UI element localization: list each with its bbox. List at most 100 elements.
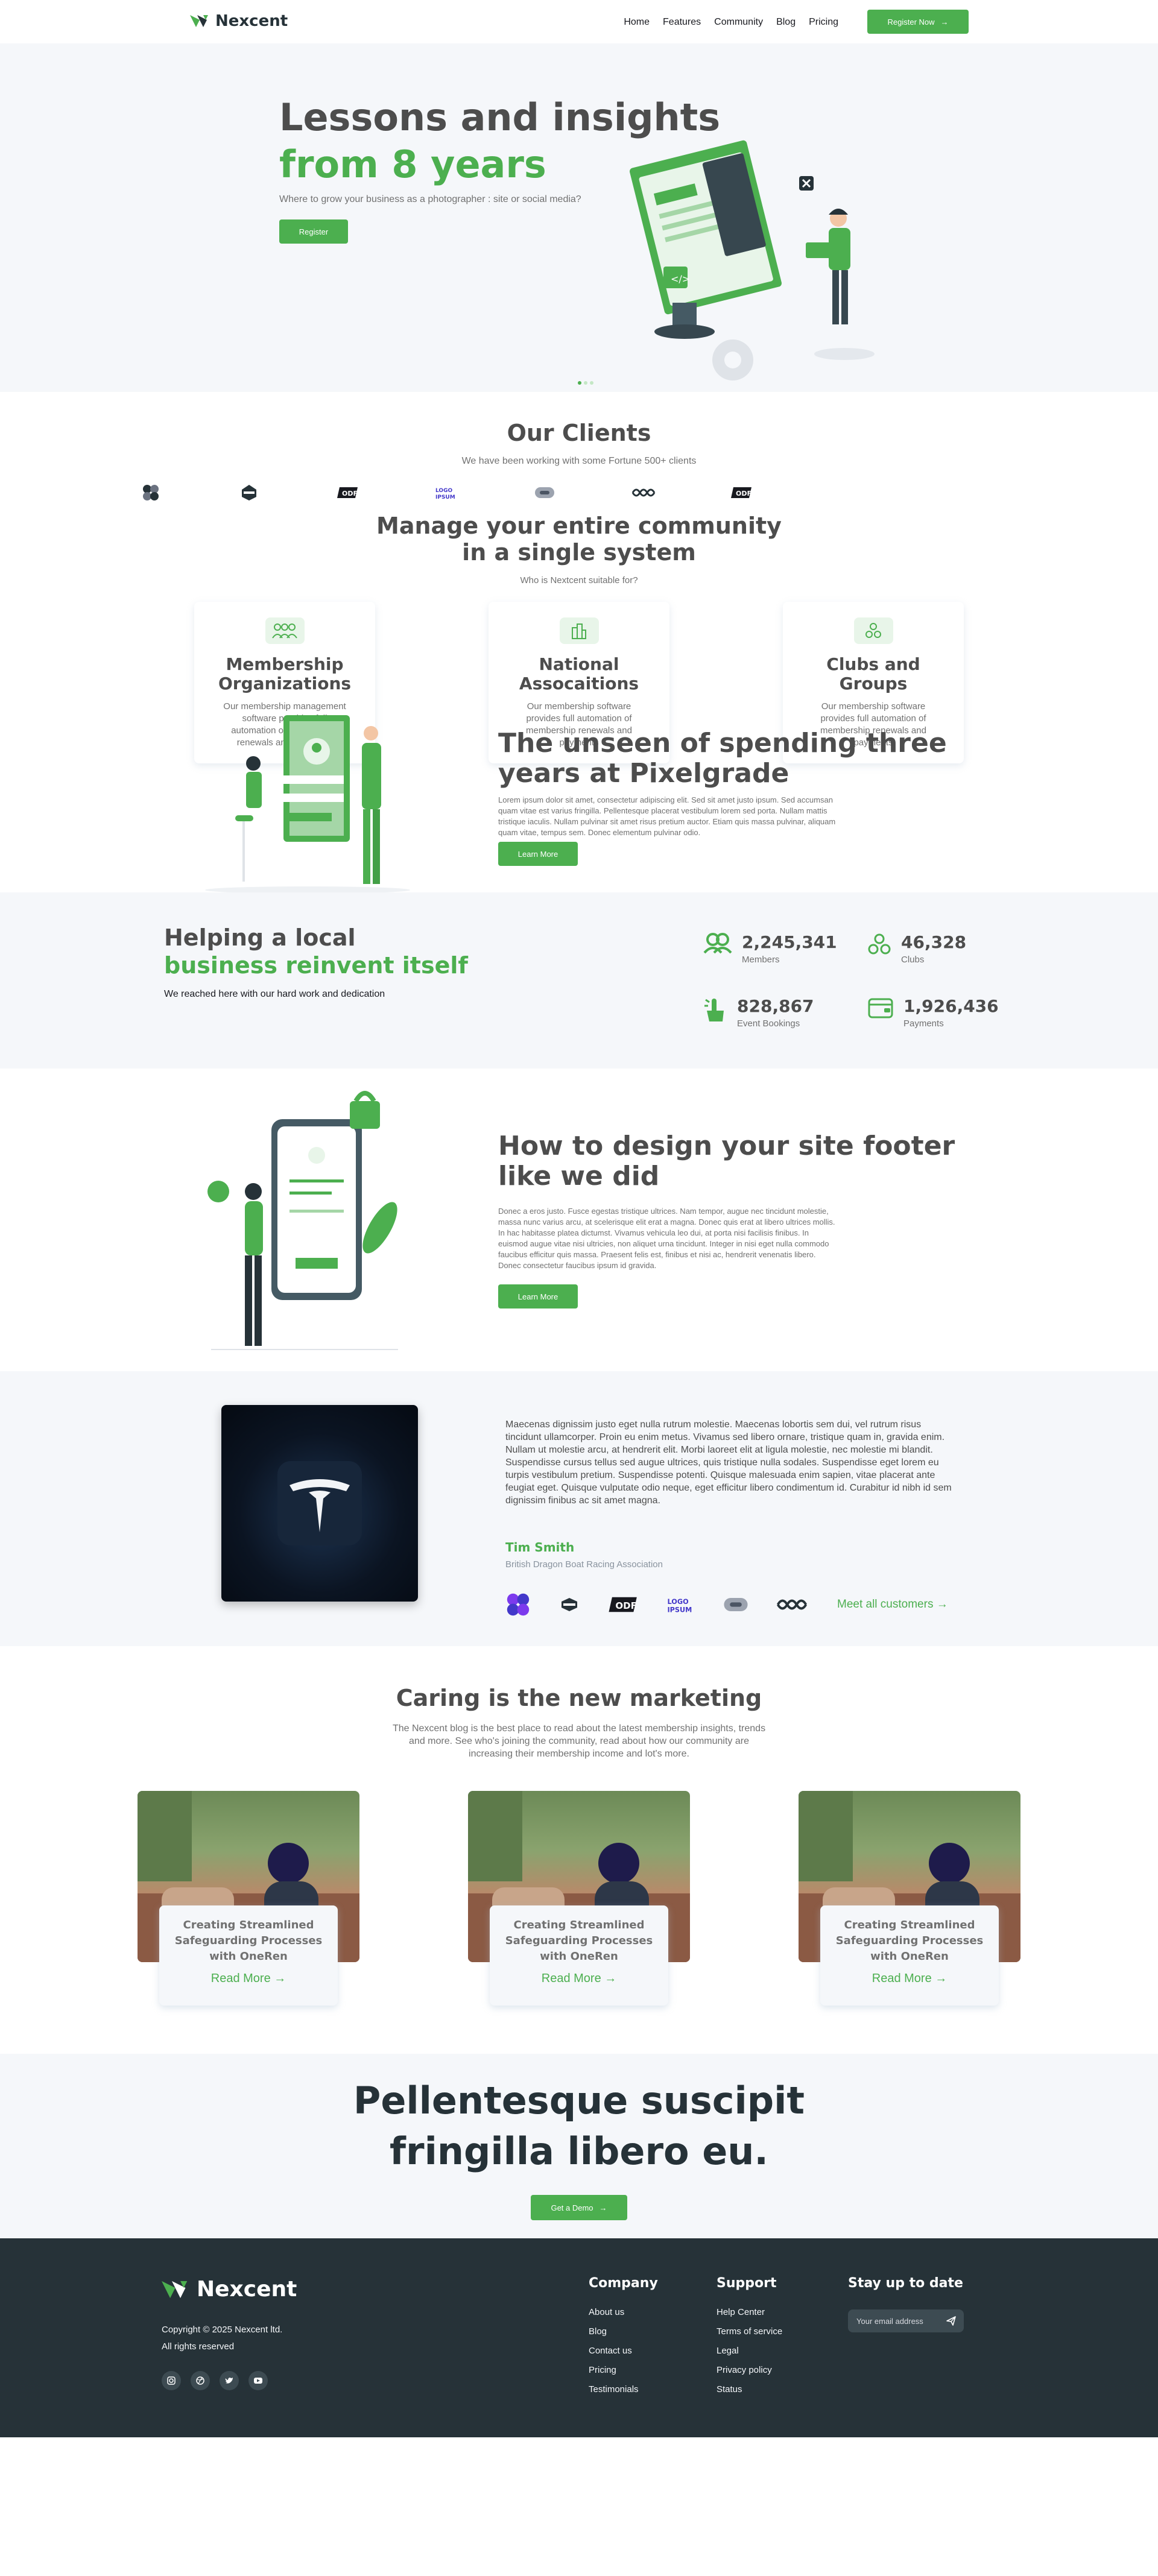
- carousel-dot[interactable]: [578, 381, 581, 385]
- stat-members: 2,245,341 Members: [703, 932, 837, 965]
- customer-logo-1: [507, 1593, 530, 1616]
- hero-title-line2: from 8 years: [279, 142, 546, 186]
- footer-link-privacy[interactable]: Privacy policy: [717, 2361, 782, 2380]
- stats-title-line2: business reinvent itself: [164, 952, 468, 979]
- client-logo-row: ODF LOGO IPSUM ODF: [139, 484, 754, 502]
- feature2-section: How to design your site footer like we d…: [0, 1069, 1158, 1371]
- twitter-icon[interactable]: [220, 2371, 239, 2390]
- customer-logo-5: [724, 1598, 748, 1611]
- footer-copyright: Copyright © 2025 Nexcent ltd. All rights…: [162, 2322, 282, 2355]
- read-more-link[interactable]: Read More →: [490, 1972, 668, 1986]
- customer-logo-2: [562, 1598, 577, 1611]
- email-subscribe-form: [848, 2309, 964, 2332]
- hand-click-icon: [704, 999, 724, 1021]
- testimonial-section: Maecenas dignissim justo eget nulla rutr…: [0, 1371, 1158, 1646]
- svg-text:ODF: ODF: [736, 490, 751, 497]
- blog-post-title: Creating Streamlined Safeguarding Proces…: [835, 1919, 984, 1963]
- brand-logo[interactable]: Nexcent: [190, 12, 288, 30]
- footer-link-help[interactable]: Help Center: [717, 2303, 782, 2322]
- nav-home[interactable]: Home: [624, 17, 650, 28]
- card-title: Clubs and Groups: [826, 654, 920, 693]
- stat-label: Members: [742, 955, 780, 965]
- instagram-icon[interactable]: [162, 2371, 181, 2390]
- stat-value: 2,245,341: [742, 932, 837, 952]
- footer-subscribe-column: Stay up to date: [848, 2276, 963, 2303]
- carousel-dot[interactable]: [590, 381, 593, 385]
- client-logo-2: [237, 484, 261, 502]
- phone-security-illustration: [207, 1091, 398, 1350]
- building-icon: [559, 617, 599, 644]
- meet-all-customers-link[interactable]: Meet all customers →: [837, 1598, 948, 1611]
- testimonial-image: [221, 1405, 418, 1602]
- nav-blog[interactable]: Blog: [776, 17, 796, 28]
- nav-community[interactable]: Community: [714, 17, 763, 28]
- stat-value: 46,328: [901, 932, 967, 952]
- hero-register-button[interactable]: Register: [279, 219, 348, 244]
- arrow-right-icon: →: [940, 17, 949, 27]
- footer-link-legal[interactable]: Legal: [717, 2341, 782, 2361]
- svg-text:IPSUM: IPSUM: [435, 494, 455, 500]
- client-logo-3: ODF: [336, 484, 360, 502]
- hero-illustration: </>: [630, 140, 875, 380]
- get-demo-label: Get a Demo: [551, 2203, 593, 2212]
- youtube-icon[interactable]: [248, 2371, 268, 2390]
- footer-link-terms[interactable]: Terms of service: [717, 2322, 782, 2341]
- register-now-button[interactable]: Register Now →: [867, 10, 969, 34]
- cta-section: Pellentesque suscipit fringilla libero e…: [0, 2054, 1158, 2238]
- stat-label: Payments: [903, 1018, 944, 1029]
- nav-pricing[interactable]: Pricing: [809, 17, 838, 28]
- read-more-link[interactable]: Read More →: [159, 1972, 338, 1986]
- footer-link-testimonials[interactable]: Testimonials: [589, 2380, 658, 2399]
- get-demo-button[interactable]: Get a Demo →: [531, 2195, 627, 2220]
- feature1-learn-more-button[interactable]: Learn More: [498, 842, 578, 866]
- testimonial-quote: Maecenas dignissim justo eget nulla rutr…: [505, 1419, 952, 1506]
- send-icon[interactable]: [946, 2316, 957, 2329]
- stats-section: Helping a local business reinvent itself…: [0, 892, 1158, 1069]
- blog-post-title: Creating Streamlined Safeguarding Proces…: [505, 1919, 653, 1963]
- blog-post-card[interactable]: Creating Streamlined Safeguarding Proces…: [490, 1905, 668, 2006]
- hero-subtitle: Where to grow your business as a photogr…: [279, 194, 581, 204]
- social-links: [162, 2371, 268, 2390]
- clubs-icon: [868, 933, 891, 955]
- customer-logo-6: [776, 1599, 808, 1610]
- footer-company-heading: Company: [589, 2276, 658, 2291]
- email-field[interactable]: [856, 2316, 941, 2326]
- feature2-body: Donec a eros justo. Fusce egestas tristi…: [498, 1207, 835, 1270]
- stat-event-bookings: 828,867 Event Bookings: [703, 996, 814, 1029]
- footer-link-pricing[interactable]: Pricing: [589, 2361, 658, 2380]
- footer-link-contact[interactable]: Contact us: [589, 2341, 658, 2361]
- read-more-link[interactable]: Read More →: [820, 1972, 999, 1986]
- blog-post-card[interactable]: Creating Streamlined Safeguarding Proces…: [159, 1905, 338, 2006]
- svg-text:LOGO: LOGO: [668, 1598, 689, 1606]
- blog-post-card[interactable]: Creating Streamlined Safeguarding Proces…: [820, 1905, 999, 2006]
- footer-support-column: Support Help Center Terms of service Leg…: [717, 2276, 782, 2399]
- stats-title-line1: Helping a local: [164, 924, 356, 951]
- dribbble-icon[interactable]: [191, 2371, 210, 2390]
- community-title-line1: Manage your entire community: [376, 513, 782, 539]
- register-now-label: Register Now: [887, 17, 935, 27]
- nav-features[interactable]: Features: [663, 17, 701, 28]
- feature2-learn-more-button[interactable]: Learn More: [498, 1284, 578, 1309]
- stats-subtitle: We reached here with our hard work and d…: [164, 989, 385, 999]
- footer-link-blog[interactable]: Blog: [589, 2322, 658, 2341]
- members-icon: [703, 933, 732, 954]
- testimonial-org: British Dragon Boat Racing Association: [505, 1559, 663, 1570]
- hero-section: Lessons and insights from 8 years Where …: [0, 43, 1158, 392]
- cta-title: Pellentesque suscipit fringilla libero e…: [0, 2076, 1158, 2177]
- carousel-dots: [578, 381, 593, 385]
- clients-title: Our Clients: [507, 420, 651, 446]
- footer-link-about[interactable]: About us: [589, 2303, 658, 2322]
- footer-brand-logo[interactable]: Nexcent: [162, 2277, 297, 2302]
- carousel-dot[interactable]: [584, 381, 587, 385]
- client-logo-4: LOGO IPSUM: [434, 484, 458, 502]
- blog-post: Creating Streamlined Safeguarding Proces…: [468, 1791, 690, 2014]
- svg-text:IPSUM: IPSUM: [668, 1606, 692, 1614]
- blog-section: Caring is the new marketing The Nexcent …: [0, 1646, 1158, 2054]
- clients-subtitle: We have been working with some Fortune 5…: [461, 456, 697, 466]
- footer-link-status[interactable]: Status: [717, 2380, 782, 2399]
- blog-post: Creating Streamlined Safeguarding Proces…: [799, 1791, 1020, 2014]
- rights-text: All rights reserved: [162, 2341, 235, 2352]
- stat-payments: 1,926,436 Payments: [867, 996, 999, 1029]
- blog-subtitle: The Nexcent blog is the best place to re…: [392, 1723, 766, 1759]
- cta-title-line2: fringilla libero eu.: [390, 2129, 768, 2173]
